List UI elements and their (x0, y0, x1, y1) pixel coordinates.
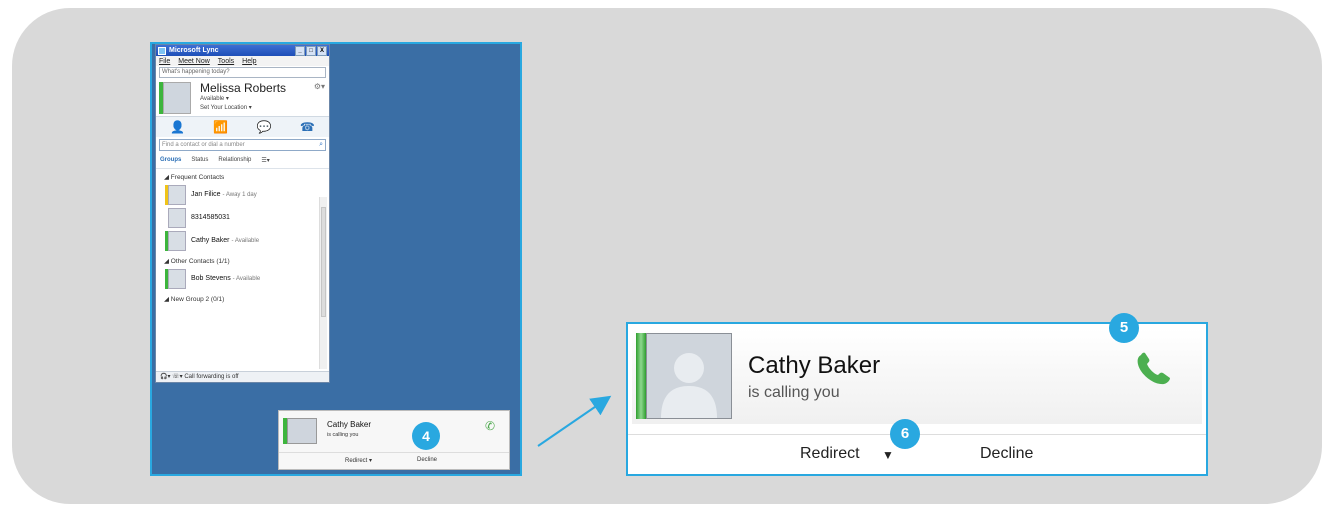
caller-subtitle: is calling you (748, 384, 840, 401)
avatar (646, 333, 732, 419)
incoming-call-popup[interactable]: Cathy Baker is calling you Redirect ▼ De… (626, 322, 1208, 476)
redirect-button[interactable]: Redirect (800, 445, 860, 463)
caller-name: Cathy Baker (748, 352, 881, 379)
answer-phone-icon[interactable] (1133, 349, 1177, 394)
presence-bar (636, 333, 646, 419)
step-badge-5: 5 (1109, 313, 1139, 343)
decline-button[interactable]: Decline (980, 445, 1033, 463)
redirect-dropdown-icon[interactable]: ▼ (882, 448, 894, 462)
step-badge-6: 6 (890, 419, 920, 449)
